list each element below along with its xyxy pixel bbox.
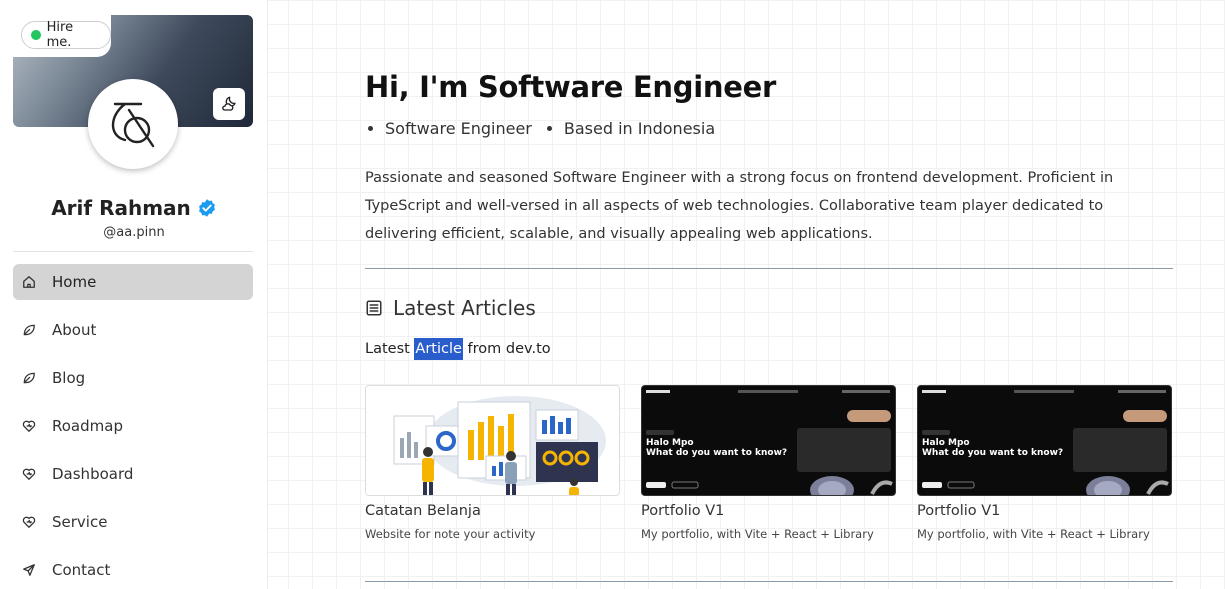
- leaf-icon: [22, 323, 36, 337]
- article-thumbnail: Halo Mpo What do you want to know?: [917, 385, 1172, 496]
- subtitle-pre: Latest: [365, 341, 415, 357]
- sidebar-item-label: Contact: [52, 561, 111, 579]
- sidebar-item-label: Home: [52, 273, 97, 291]
- sidebar-item-dashboard[interactable]: Dashboard: [13, 456, 253, 492]
- page-title: Hi, I'm Software Engineer: [365, 70, 776, 104]
- section-divider: [365, 581, 1173, 582]
- subtitle-highlight: Article: [414, 338, 463, 360]
- sidebar-item-about[interactable]: About: [13, 312, 253, 348]
- sidebar-item-home[interactable]: Home: [13, 264, 253, 300]
- articles-subtitle: Latest Article from dev.to: [365, 338, 551, 360]
- hero-tag: Software Engineer: [385, 119, 532, 138]
- article-thumbnail: [365, 385, 620, 496]
- intro-paragraph: Passionate and seasoned Software Enginee…: [365, 170, 1114, 242]
- article-card[interactable]: Halo Mpo What do you want to know? Portf…: [917, 385, 1172, 541]
- hero-tag: Based in Indonesia: [564, 119, 715, 138]
- article-title: Catatan Belanja: [365, 503, 481, 519]
- sidebar: Hire me. Arif Rahman @aa.pinn Home About…: [0, 0, 268, 589]
- home-icon: [22, 275, 36, 289]
- article-title: Portfolio V1: [641, 503, 725, 519]
- sidebar-item-label: Service: [52, 513, 108, 531]
- heart-icon: [22, 467, 36, 481]
- send-icon: [22, 563, 36, 577]
- logo-icon: [111, 102, 155, 148]
- hire-me-label: Hire me.: [46, 20, 74, 50]
- sidebar-item-label: Dashboard: [52, 465, 134, 483]
- sidebar-divider: [13, 251, 253, 252]
- sidebar-item-roadmap[interactable]: Roadmap: [13, 408, 253, 444]
- subtitle-post: from dev.to: [462, 341, 551, 357]
- thumb-subheading: What do you want to know?: [922, 448, 1064, 458]
- article-title: Portfolio V1: [917, 503, 1001, 519]
- verified-badge-icon: [198, 199, 215, 217]
- hero-tags: Software Engineer Based in Indonesia: [385, 119, 715, 138]
- article-card[interactable]: Catatan Belanja Website for note your ac…: [365, 385, 620, 541]
- status-dot-icon: [31, 30, 41, 40]
- thumb-heading: Halo Mpo: [922, 438, 970, 448]
- moon-cloud-icon: [222, 96, 236, 111]
- article-icon: [366, 300, 382, 316]
- sidebar-item-contact[interactable]: Contact: [13, 552, 253, 588]
- heart-icon: [22, 419, 36, 433]
- sidebar-item-service[interactable]: Service: [13, 504, 253, 540]
- sidebar-nav: Home About Blog Roadmap Dashboard Servic…: [13, 264, 253, 589]
- heart-icon: [22, 515, 36, 529]
- analytics-illustration: [366, 386, 619, 495]
- profile-name: Arif Rahman: [51, 196, 191, 220]
- theme-toggle-button[interactable]: [213, 88, 245, 120]
- article-card[interactable]: Halo Mpo What do you want to know? Portf…: [641, 385, 896, 541]
- sidebar-item-label: Blog: [52, 369, 86, 387]
- articles-title: Latest Articles: [393, 296, 536, 320]
- article-description: Website for note your activity: [365, 527, 536, 541]
- article-cards: Catatan Belanja Website for note your ac…: [365, 385, 1172, 541]
- hire-badge-container: Hire me.: [13, 15, 111, 57]
- hire-me-button[interactable]: Hire me.: [21, 20, 111, 50]
- avatar: [88, 79, 178, 169]
- article-description: My portfolio, with Vite + React + Librar…: [641, 527, 874, 541]
- article-description: My portfolio, with Vite + React + Librar…: [917, 527, 1150, 541]
- sidebar-item-label: About: [52, 321, 97, 339]
- thumb-heading: Halo Mpo: [646, 438, 694, 448]
- sidebar-item-label: Roadmap: [52, 417, 123, 435]
- thumb-subheading: What do you want to know?: [646, 448, 788, 458]
- section-divider: [365, 268, 1173, 269]
- leaf-icon: [22, 371, 36, 385]
- profile-handle: @aa.pinn: [103, 225, 165, 240]
- articles-section-title: Latest Articles: [365, 296, 536, 320]
- sidebar-item-blog[interactable]: Blog: [13, 360, 253, 396]
- profile-name-row: Arif Rahman: [0, 196, 268, 220]
- article-thumbnail: Halo Mpo What do you want to know?: [641, 385, 896, 496]
